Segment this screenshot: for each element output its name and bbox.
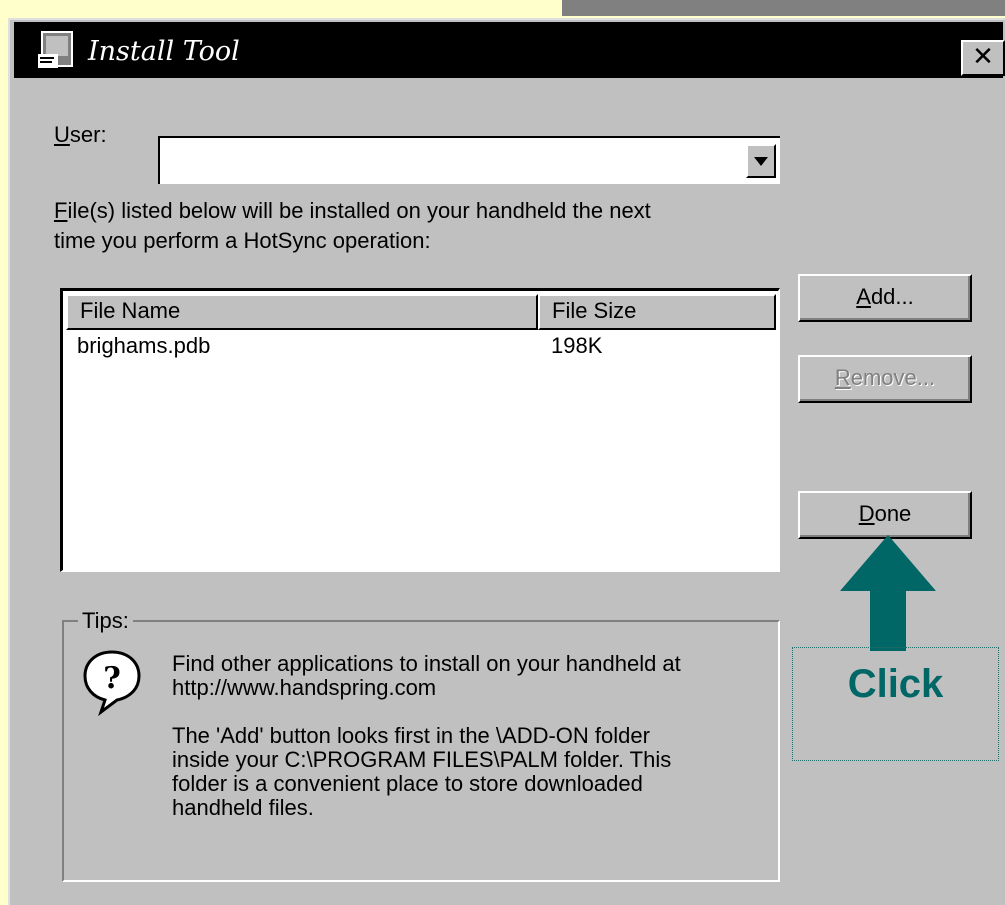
add-button[interactable]: Add... [798, 274, 972, 322]
tips-legend: Tips: [78, 608, 133, 634]
install-tool-dialog: Install Tool ✕ User: File(s) listed belo… [8, 18, 1005, 905]
click-annotation: Click [792, 647, 999, 761]
file-list[interactable]: File Name File Size brighams.pdb 198K [60, 288, 780, 572]
done-button[interactable]: Done [798, 491, 972, 539]
click-annotation-label: Click [847, 662, 944, 706]
dialog-title: Install Tool [88, 36, 240, 67]
user-label: User: [54, 122, 107, 147]
svg-text:?: ? [103, 661, 121, 696]
tip-line: inside your C:\PROGRAM FILES\PALM folder… [172, 747, 672, 772]
tip-line: handheld files. [172, 795, 314, 820]
instruction-line-1: File(s) listed below will be installed o… [54, 198, 651, 223]
title-bar: Install Tool ✕ [14, 22, 1005, 78]
arrow-up-icon [840, 535, 936, 651]
column-header-file-name[interactable]: File Name [66, 294, 538, 330]
file-size-cell: 198K [551, 333, 603, 358]
close-icon: ✕ [972, 42, 994, 72]
tip-line: folder is a convenient place to store do… [172, 771, 643, 796]
chevron-down-icon [754, 157, 768, 166]
file-name-cell: brighams.pdb [77, 333, 211, 358]
tip-line: http://www.handspring.com [172, 675, 437, 700]
tip-line: Find other applications to install on yo… [172, 651, 681, 676]
close-button[interactable]: ✕ [961, 40, 1005, 76]
column-header-file-size[interactable]: File Size [538, 294, 776, 330]
user-combobox[interactable] [158, 136, 780, 184]
install-tool-app-icon [38, 31, 73, 68]
remove-button[interactable]: Remove... [798, 355, 972, 403]
tip-line: The 'Add' button looks first in the \ADD… [172, 723, 650, 748]
background-window-edge [0, 0, 8, 905]
background-window-strip [562, 0, 1005, 16]
help-question-icon: ? [83, 650, 141, 717]
tips-group: Tips: ? Find other applications to insta… [62, 608, 780, 882]
instruction-line-2: time you perform a HotSync operation: [54, 228, 431, 253]
user-dropdown-button[interactable] [746, 144, 776, 178]
